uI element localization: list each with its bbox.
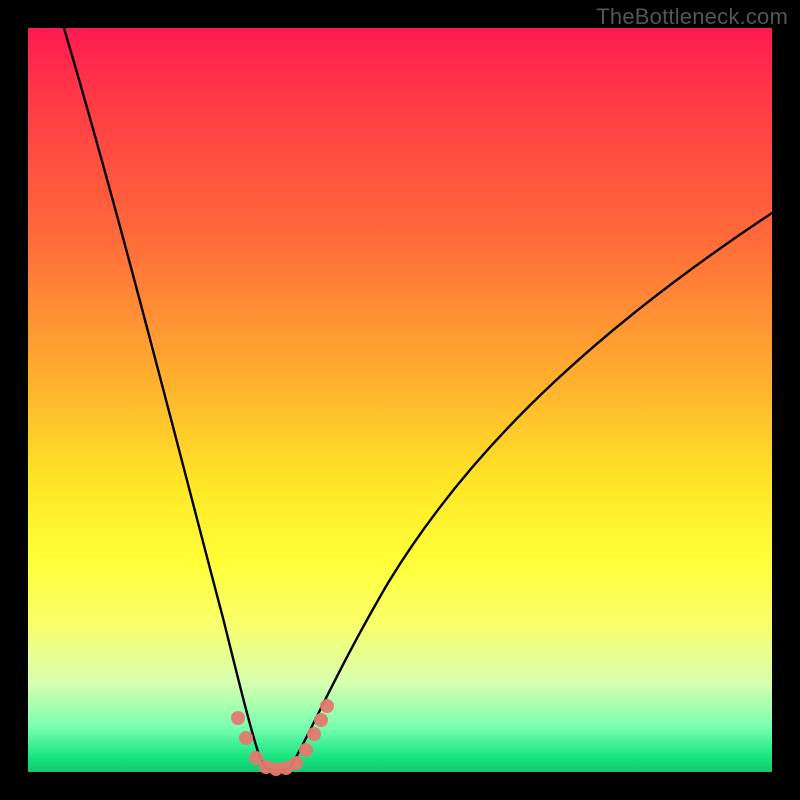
plot-area (28, 28, 772, 772)
chart-frame: TheBottleneck.com (0, 0, 800, 800)
marker-dot (299, 743, 313, 757)
marker-dot (320, 699, 334, 713)
marker-dot (289, 756, 303, 770)
curve-left-branch (58, 8, 266, 768)
marker-dot (307, 727, 321, 741)
chart-svg (28, 28, 772, 772)
marker-dot (239, 731, 253, 745)
marker-dot (314, 713, 328, 727)
curve-right-branch (290, 213, 772, 768)
watermark-text: TheBottleneck.com (596, 4, 788, 30)
marker-dot (231, 711, 245, 725)
